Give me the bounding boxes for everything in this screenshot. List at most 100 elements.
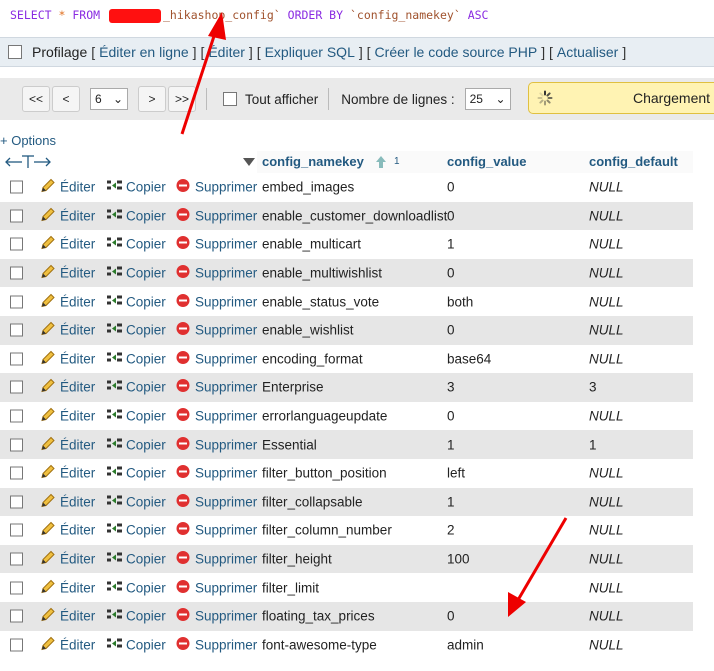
cell-value[interactable]: 0 bbox=[447, 208, 455, 223]
cell-default[interactable]: NULL bbox=[589, 409, 624, 424]
cell-namekey[interactable]: encoding_format bbox=[262, 351, 363, 366]
row-edit-link[interactable]: Éditer bbox=[60, 180, 95, 195]
row-delete-link[interactable]: Supprimer bbox=[195, 294, 257, 309]
row-checkbox[interactable] bbox=[10, 552, 23, 566]
row-checkbox[interactable] bbox=[10, 380, 23, 394]
cell-default[interactable]: NULL bbox=[589, 494, 624, 509]
row-delete-link[interactable]: Supprimer bbox=[195, 552, 257, 567]
edit-link[interactable]: Éditer bbox=[208, 44, 245, 60]
cell-default[interactable]: NULL bbox=[589, 637, 624, 652]
row-edit-link[interactable]: Éditer bbox=[60, 266, 95, 281]
cell-namekey[interactable]: enable_customer_downloadlist bbox=[262, 208, 447, 223]
cell-default[interactable]: NULL bbox=[589, 180, 624, 195]
cell-default[interactable]: NULL bbox=[589, 294, 624, 309]
row-checkbox[interactable] bbox=[10, 466, 23, 480]
cell-value[interactable]: 1 bbox=[447, 237, 455, 252]
row-copy-link[interactable]: Copier bbox=[126, 208, 166, 223]
row-edit-link[interactable]: Éditer bbox=[60, 494, 95, 509]
row-copy-link[interactable]: Copier bbox=[126, 552, 166, 567]
row-checkbox[interactable] bbox=[10, 438, 23, 452]
row-delete-link[interactable]: Supprimer bbox=[195, 266, 257, 281]
row-copy-link[interactable]: Copier bbox=[126, 180, 166, 195]
cell-default[interactable]: 1 bbox=[589, 437, 597, 452]
row-edit-link[interactable]: Éditer bbox=[60, 552, 95, 567]
cell-default[interactable]: NULL bbox=[589, 466, 624, 481]
cell-namekey[interactable]: font-awesome-type bbox=[262, 637, 377, 652]
cell-default[interactable]: NULL bbox=[589, 323, 624, 338]
row-checkbox[interactable] bbox=[10, 409, 23, 423]
cell-namekey[interactable]: filter_height bbox=[262, 552, 332, 567]
cell-default[interactable]: NULL bbox=[589, 580, 624, 595]
prev-page-button[interactable]: < bbox=[52, 86, 80, 112]
row-edit-link[interactable]: Éditer bbox=[60, 237, 95, 252]
row-checkbox[interactable] bbox=[10, 323, 23, 337]
row-edit-link[interactable]: Éditer bbox=[60, 208, 95, 223]
cell-value[interactable]: admin bbox=[447, 637, 484, 652]
cell-default[interactable]: NULL bbox=[589, 208, 624, 223]
row-checkbox[interactable] bbox=[10, 266, 23, 280]
row-delete-link[interactable]: Supprimer bbox=[195, 180, 257, 195]
row-copy-link[interactable]: Copier bbox=[126, 266, 166, 281]
row-copy-link[interactable]: Copier bbox=[126, 323, 166, 338]
row-edit-link[interactable]: Éditer bbox=[60, 580, 95, 595]
row-edit-link[interactable]: Éditer bbox=[60, 637, 95, 652]
cell-value[interactable]: 100 bbox=[447, 552, 470, 567]
row-edit-link[interactable]: Éditer bbox=[60, 409, 95, 424]
cell-value[interactable]: 1 bbox=[447, 494, 455, 509]
rows-count-select[interactable]: 25 ⌄ bbox=[464, 88, 511, 110]
row-checkbox[interactable] bbox=[10, 581, 23, 595]
edit-inline-link[interactable]: Éditer en ligne bbox=[99, 44, 189, 60]
cell-namekey[interactable]: floating_tax_prices bbox=[262, 609, 375, 624]
cell-namekey[interactable]: enable_multiwishlist bbox=[262, 266, 382, 281]
refresh-link[interactable]: Actualiser bbox=[557, 44, 618, 60]
cell-default[interactable]: NULL bbox=[589, 552, 624, 567]
row-copy-link[interactable]: Copier bbox=[126, 523, 166, 538]
cell-namekey[interactable]: enable_status_vote bbox=[262, 294, 379, 309]
row-delete-link[interactable]: Supprimer bbox=[195, 409, 257, 424]
cell-namekey[interactable]: filter_limit bbox=[262, 580, 319, 595]
row-copy-link[interactable]: Copier bbox=[126, 409, 166, 424]
row-edit-link[interactable]: Éditer bbox=[60, 351, 95, 366]
page-select[interactable]: 6 ⌄ bbox=[90, 88, 128, 110]
row-copy-link[interactable]: Copier bbox=[126, 351, 166, 366]
cell-value[interactable]: both bbox=[447, 294, 473, 309]
row-edit-link[interactable]: Éditer bbox=[60, 294, 95, 309]
row-delete-link[interactable]: Supprimer bbox=[195, 323, 257, 338]
cell-value[interactable]: left bbox=[447, 466, 465, 481]
row-checkbox[interactable] bbox=[10, 523, 23, 537]
row-delete-link[interactable]: Supprimer bbox=[195, 208, 257, 223]
cell-value[interactable]: 0 bbox=[447, 609, 455, 624]
row-checkbox[interactable] bbox=[10, 609, 23, 623]
row-edit-link[interactable]: Éditer bbox=[60, 609, 95, 624]
cell-value[interactable]: 1 bbox=[447, 437, 455, 452]
cell-default[interactable]: NULL bbox=[589, 609, 624, 624]
explain-sql-link[interactable]: Expliquer SQL bbox=[265, 44, 355, 60]
cell-default[interactable]: NULL bbox=[589, 237, 624, 252]
row-edit-link[interactable]: Éditer bbox=[60, 323, 95, 338]
cell-value[interactable]: 3 bbox=[447, 380, 455, 395]
cell-default[interactable]: NULL bbox=[589, 351, 624, 366]
row-delete-link[interactable]: Supprimer bbox=[195, 351, 257, 366]
cell-namekey[interactable]: Enterprise bbox=[262, 380, 324, 395]
row-copy-link[interactable]: Copier bbox=[126, 494, 166, 509]
last-page-button[interactable]: >> bbox=[168, 86, 196, 112]
cell-value[interactable]: 0 bbox=[447, 266, 455, 281]
row-delete-link[interactable]: Supprimer bbox=[195, 466, 257, 481]
cell-namekey[interactable]: Essential bbox=[262, 437, 317, 452]
row-edit-link[interactable]: Éditer bbox=[60, 437, 95, 452]
first-page-button[interactable]: << bbox=[22, 86, 50, 112]
cell-namekey[interactable]: enable_wishlist bbox=[262, 323, 354, 338]
row-copy-link[interactable]: Copier bbox=[126, 580, 166, 595]
column-resize-arrows-icon[interactable] bbox=[4, 155, 52, 169]
row-delete-link[interactable]: Supprimer bbox=[195, 380, 257, 395]
row-delete-link[interactable]: Supprimer bbox=[195, 580, 257, 595]
row-delete-link[interactable]: Supprimer bbox=[195, 237, 257, 252]
cell-value[interactable]: 0 bbox=[447, 323, 455, 338]
cell-default[interactable]: 3 bbox=[589, 380, 597, 395]
cell-value[interactable]: 2 bbox=[447, 523, 455, 538]
row-checkbox[interactable] bbox=[10, 295, 23, 309]
row-checkbox[interactable] bbox=[10, 180, 23, 194]
row-copy-link[interactable]: Copier bbox=[126, 637, 166, 652]
cell-default[interactable]: NULL bbox=[589, 523, 624, 538]
cell-namekey[interactable]: errorlanguageupdate bbox=[262, 409, 387, 424]
